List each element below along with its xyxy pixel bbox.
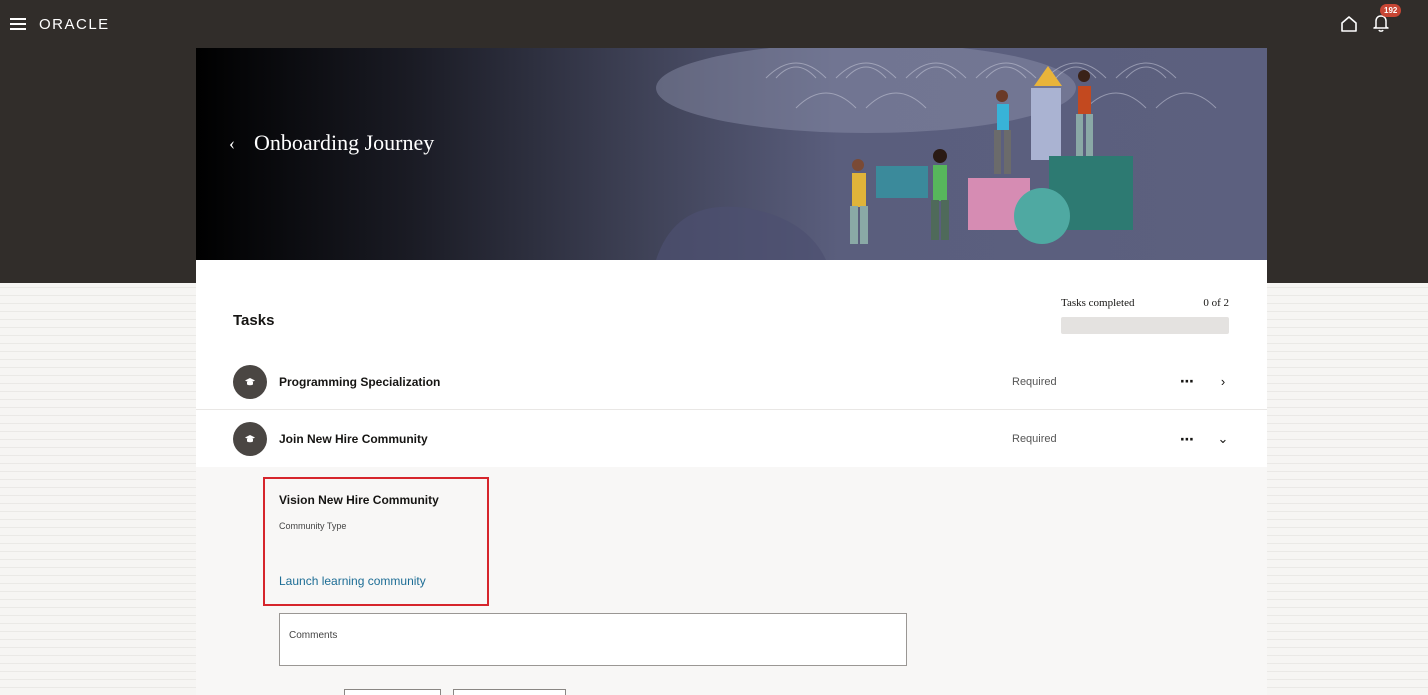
progress-value: 0 of 2: [1203, 297, 1229, 309]
action-button[interactable]: [453, 689, 566, 695]
comments-field[interactable]: Comments: [279, 613, 907, 666]
tasks-panel: Tasks Tasks completed 0 of 2 Programming…: [196, 260, 1267, 695]
task-status: Required: [1012, 433, 1057, 445]
progress-bar: [1061, 317, 1229, 334]
page-title: Onboarding Journey: [254, 130, 435, 155]
header-actions: 192: [1340, 4, 1402, 35]
task-row[interactable]: Programming Specialization Required ⋯ ›: [196, 354, 1267, 410]
global-header: ORACLE 192: [0, 0, 1428, 48]
tasks-progress: Tasks completed 0 of 2: [1061, 297, 1229, 334]
comments-label: Comments: [289, 630, 338, 641]
tasks-heading: Tasks: [233, 312, 275, 329]
hamburger-icon[interactable]: [10, 18, 26, 30]
chevron-down-icon[interactable]: ⌄: [1216, 431, 1230, 447]
task-details: Vision New Hire Community Community Type…: [196, 467, 1267, 695]
chevron-left-icon[interactable]: ‹: [224, 133, 240, 154]
more-horizontal-icon[interactable]: ⋯: [1180, 431, 1195, 448]
task-row[interactable]: Join New Hire Community Required ⋯ ⌄: [196, 411, 1267, 467]
hero-illustration: [656, 48, 1217, 260]
more-horizontal-icon[interactable]: ⋯: [1180, 373, 1195, 390]
task-name[interactable]: Programming Specialization: [279, 375, 440, 389]
graduation-cap-icon: [233, 422, 267, 456]
graduation-cap-icon: [233, 364, 267, 399]
progress-label: Tasks completed: [1061, 297, 1135, 309]
notification-badge: 192: [1380, 4, 1402, 17]
progress-labels: Tasks completed 0 of 2: [1061, 297, 1229, 309]
action-button[interactable]: [344, 689, 441, 695]
home-icon[interactable]: [1340, 15, 1358, 33]
oracle-logo[interactable]: ORACLE: [39, 16, 110, 33]
notifications-button[interactable]: 192: [1372, 4, 1402, 35]
page-title-row: ‹ Onboarding Journey: [224, 130, 434, 156]
community-title: Vision New Hire Community: [279, 493, 439, 507]
task-name[interactable]: Join New Hire Community: [279, 432, 428, 446]
launch-community-link[interactable]: Launch learning community: [279, 574, 426, 588]
chevron-right-icon[interactable]: ›: [1216, 374, 1230, 389]
hero-banner: ‹ Onboarding Journey: [196, 48, 1267, 260]
community-type-label: Community Type: [279, 521, 347, 531]
task-status: Required: [1012, 375, 1057, 388]
